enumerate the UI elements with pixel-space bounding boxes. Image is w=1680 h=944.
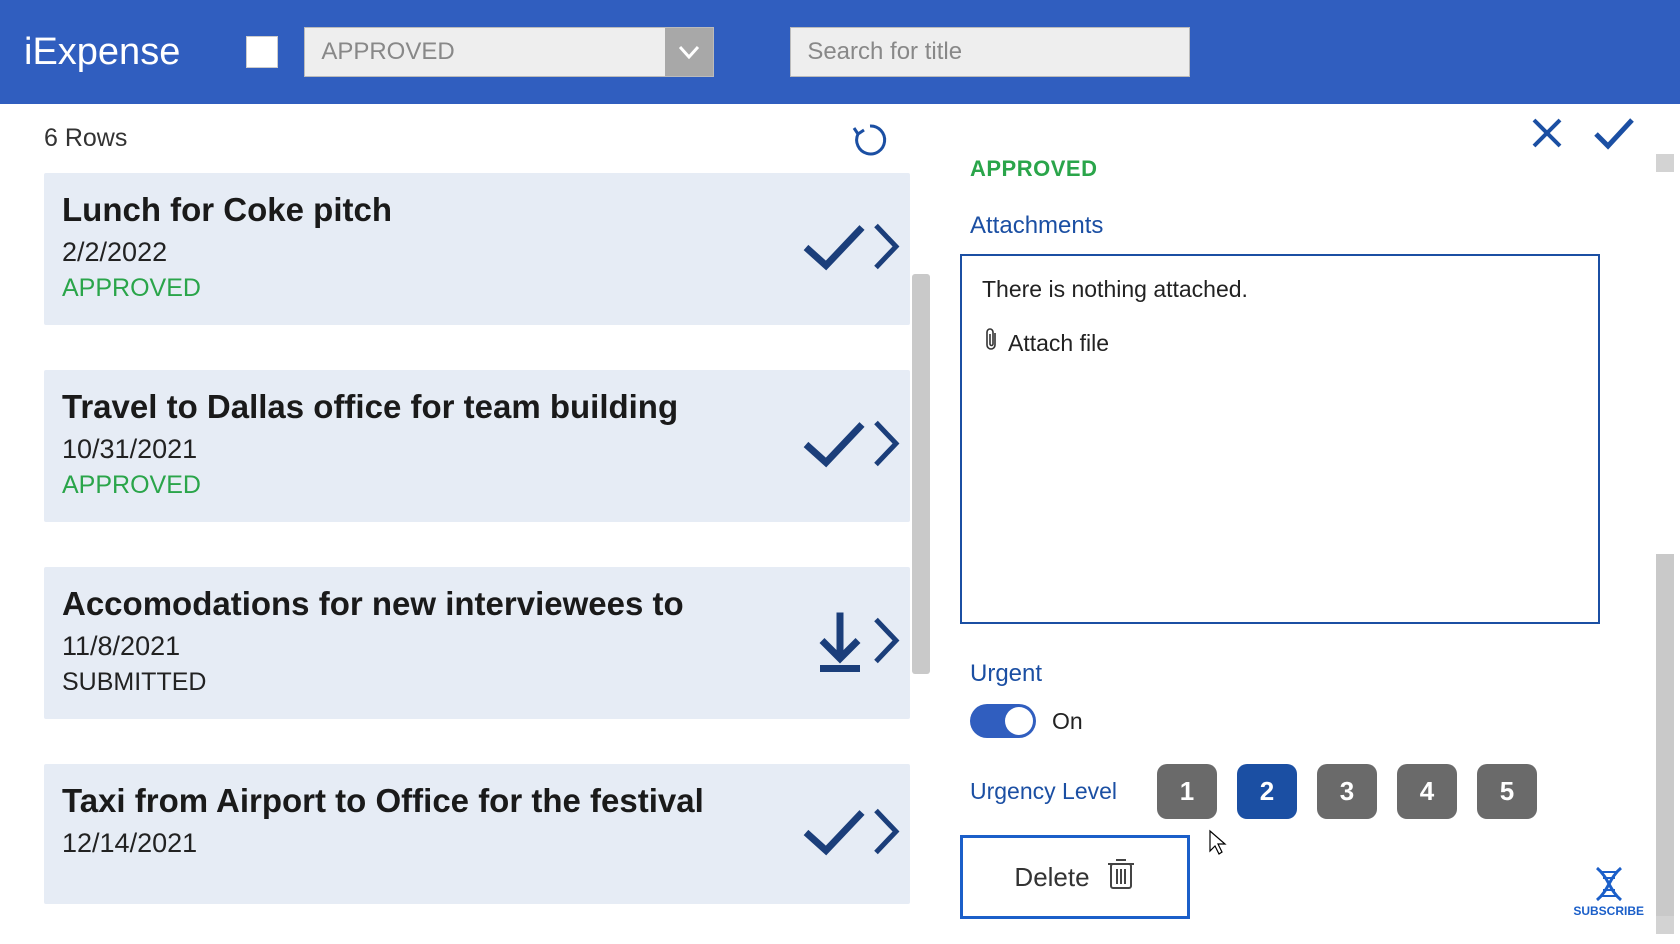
download-icon[interactable]	[812, 607, 868, 680]
urgency-level-group: 12345	[1157, 764, 1537, 819]
urgent-value: On	[1052, 708, 1083, 735]
expense-date: 12/14/2021	[62, 828, 886, 859]
chevron-down-icon[interactable]	[665, 28, 713, 76]
chevron-right-icon[interactable]	[872, 616, 900, 671]
expense-status: APPROVED	[62, 274, 886, 303]
subscribe-badge[interactable]: SUBSCRIBE	[1573, 864, 1644, 918]
chevron-right-icon[interactable]	[872, 419, 900, 474]
expense-card[interactable]: Taxi from Airport to Office for the fest…	[44, 764, 910, 904]
expense-list-panel: 6 Rows Lunch for Coke pitch 2/2/2022 APPRO…	[0, 104, 930, 944]
expense-date: 11/8/2021	[62, 631, 886, 662]
expense-date: 2/2/2022	[62, 237, 886, 268]
attachments-empty-text: There is nothing attached.	[982, 276, 1578, 303]
checkmark-icon[interactable]	[800, 220, 868, 279]
expense-title: Taxi from Airport to Office for the fest…	[62, 782, 886, 820]
app-header: iExpense APPROVED	[0, 0, 1680, 104]
urgency-level-label: Urgency Level	[970, 778, 1117, 805]
refresh-icon[interactable]	[850, 120, 890, 165]
app-title: iExpense	[24, 31, 180, 74]
expense-card[interactable]: Lunch for Coke pitch 2/2/2022 APPROVED	[44, 173, 910, 325]
attach-file-button[interactable]: Attach file	[982, 327, 1578, 359]
urgency-level-3[interactable]: 3	[1317, 764, 1377, 819]
status-filter-select[interactable]: APPROVED	[304, 27, 714, 77]
detail-status: APPROVED	[970, 156, 1630, 182]
paperclip-icon	[982, 327, 1000, 359]
attachments-label: Attachments	[970, 212, 1630, 240]
urgency-level-1[interactable]: 1	[1157, 764, 1217, 819]
dna-icon	[1589, 864, 1629, 904]
checkmark-icon[interactable]	[800, 805, 868, 864]
urgency-level-2[interactable]: 2	[1237, 764, 1297, 819]
expense-date: 10/31/2021	[62, 434, 886, 465]
trash-icon	[1106, 856, 1136, 899]
status-filter-value: APPROVED	[305, 38, 665, 66]
urgent-toggle[interactable]	[970, 704, 1036, 738]
expense-list: Lunch for Coke pitch 2/2/2022 APPROVED Trav…	[44, 173, 910, 904]
scrollbar[interactable]	[1656, 554, 1674, 924]
expense-title: Accomodations for new interviewees to	[62, 585, 886, 623]
close-icon[interactable]	[1528, 114, 1566, 157]
urgency-level-5[interactable]: 5	[1477, 764, 1537, 819]
expense-card[interactable]: Travel to Dallas office for team buildin…	[44, 370, 910, 522]
urgency-level-4[interactable]: 4	[1397, 764, 1457, 819]
expense-title: Travel to Dallas office for team buildin…	[62, 388, 886, 426]
filter-checkbox[interactable]	[246, 36, 278, 68]
expense-status: APPROVED	[62, 471, 886, 500]
search-input[interactable]	[790, 27, 1190, 77]
delete-label: Delete	[1014, 862, 1089, 893]
delete-button[interactable]: Delete	[960, 835, 1190, 919]
attach-file-label: Attach file	[1008, 330, 1109, 357]
scrollbar-arrow-down[interactable]	[1656, 916, 1674, 934]
scrollbar[interactable]	[912, 274, 930, 674]
mouse-cursor-icon	[1206, 829, 1228, 864]
expense-status: SUBMITTED	[62, 668, 886, 697]
confirm-icon[interactable]	[1592, 114, 1636, 157]
chevron-right-icon[interactable]	[872, 807, 900, 862]
expense-title: Lunch for Coke pitch	[62, 191, 886, 229]
expense-card[interactable]: Accomodations for new interviewees to 11/…	[44, 567, 910, 719]
attachments-box: There is nothing attached. Attach file	[960, 254, 1600, 624]
detail-panel: APPROVED Attachments There is nothing at…	[930, 104, 1680, 944]
subscribe-label: SUBSCRIBE	[1573, 904, 1644, 918]
checkmark-icon[interactable]	[800, 417, 868, 476]
scrollbar-arrow-up[interactable]	[1656, 154, 1674, 172]
row-count-label: 6 Rows	[44, 124, 910, 153]
urgent-label: Urgent	[970, 660, 1630, 688]
chevron-right-icon[interactable]	[872, 222, 900, 277]
